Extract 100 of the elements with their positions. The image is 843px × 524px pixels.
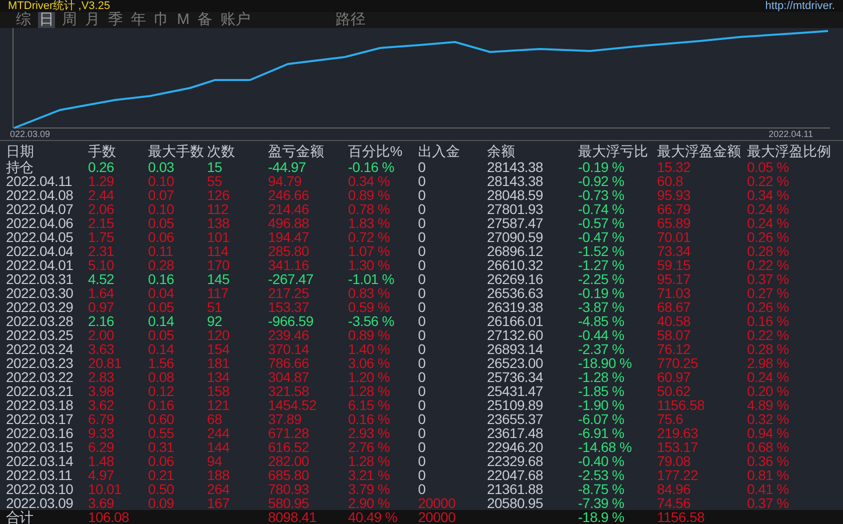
period-tab[interactable]: 综 — [15, 12, 32, 28]
table-cell-text: 0 — [418, 482, 426, 496]
table-cell-text: 0 — [418, 286, 426, 300]
table-cell-text: 0.24 % — [747, 202, 790, 216]
period-tab[interactable]: 巾 — [153, 12, 170, 28]
table-cell-text: 0.05 % — [747, 160, 790, 174]
column-header: 百分比% — [348, 144, 404, 160]
table-cell-text: 40.49 % — [348, 510, 398, 524]
table-cell-text: 496.88 — [268, 216, 310, 230]
table-cell-text: 0.10 — [148, 174, 176, 188]
table-cell-text: 1454.52 — [268, 398, 318, 412]
date-cell-text: 2022.04.08 — [6, 188, 74, 202]
table-cell-text: 0.05 — [148, 216, 176, 230]
table-cell-text: 40.58 — [657, 314, 692, 328]
table-cell-text: 0 — [418, 258, 426, 272]
table-cell-text: 28143.38 — [487, 160, 544, 174]
table-cell-text: 0 — [418, 300, 426, 314]
table-cell-text: 68.67 — [657, 300, 692, 314]
table-cell-text: -0.44 % — [578, 328, 626, 342]
table-cell-text: 616.52 — [268, 440, 310, 454]
table-cell-text: 0.20 % — [747, 384, 790, 398]
date-cell-text: 2022.03.17 — [6, 412, 74, 426]
table-cell-text: 0.16 % — [747, 314, 790, 328]
table-cell-text: 0.31 — [148, 440, 176, 454]
table-cell-text: -4.85 % — [578, 314, 626, 328]
table-cell-text: -6.91 % — [578, 426, 626, 440]
table-cell-text: -44.97 — [268, 160, 307, 174]
period-tab[interactable]: M — [176, 12, 190, 28]
table-cell-text: -3.56 % — [348, 314, 396, 328]
table-cell-text: 138 — [207, 216, 230, 230]
table-cell-text: 0.59 % — [348, 300, 391, 314]
table-cell-text: 37.89 — [268, 412, 303, 426]
table-cell-text: 0.03 — [148, 160, 176, 174]
table-cell-text: -1.27 % — [578, 258, 626, 272]
table-cell-text: -0.74 % — [578, 202, 626, 216]
table-cell-text: 0.04 — [148, 286, 176, 300]
column-header: 最大手数 — [148, 144, 205, 160]
table-cell-text: 114 — [207, 244, 230, 258]
table-cell-text: 2.16 — [88, 314, 116, 328]
table-cell-text: 27090.59 — [487, 230, 544, 244]
period-tab[interactable]: 备 — [196, 12, 214, 28]
table-cell-text: 0.97 — [88, 300, 116, 314]
website-link[interactable]: http://mtdriver. — [765, 0, 835, 12]
date-cell-text: 2022.04.05 — [6, 230, 74, 244]
table-cell-text: 70.01 — [657, 230, 692, 244]
axis-label: 022.03.09 — [10, 129, 50, 140]
table-cell-text: 3.06 % — [348, 356, 391, 370]
table-cell-text: 1.28 % — [348, 384, 391, 398]
table-cell-text: 0.16 — [148, 398, 176, 412]
table-cell-text: 2.90 % — [348, 496, 391, 510]
period-tab[interactable]: 账户 — [220, 12, 252, 28]
table-cell-text: -7.39 % — [578, 496, 626, 510]
table-cell-text: 177.22 — [657, 468, 700, 482]
table-cell-text: 1.20 % — [348, 370, 391, 384]
column-header: 次数 — [207, 144, 236, 160]
table-cell-text: -0.73 % — [578, 188, 626, 202]
table-cell-text: 2.06 — [88, 202, 116, 216]
table-cell-text: 95.17 — [657, 272, 692, 286]
table-cell-text: 304.87 — [268, 370, 310, 384]
date-cell-text: 2022.03.10 — [6, 482, 74, 496]
table-cell-text: 0.16 — [148, 272, 176, 286]
table-cell-text: 0.09 — [148, 496, 176, 510]
table-cell-text: 9.33 — [88, 426, 116, 440]
table-cell-text: 0 — [418, 370, 426, 384]
table-cell-text: 0.37 % — [747, 272, 790, 286]
table-cell-text: 0.26 % — [747, 230, 790, 244]
table-cell-text: 55 — [207, 174, 223, 188]
table-cell-text: 74.56 — [657, 496, 692, 510]
period-tab[interactable]: 季 — [107, 12, 124, 28]
table-cell-text: 671.28 — [268, 426, 310, 440]
table-cell-text: 0.05 — [148, 328, 176, 342]
date-cell-text: 2022.03.14 — [6, 454, 74, 468]
date-cell-text: 2022.03.24 — [6, 342, 74, 356]
table-cell-text: 0.28 % — [747, 244, 790, 258]
date-cell-text: 持仓 — [6, 160, 34, 174]
table-cell-text: 246.66 — [268, 188, 310, 202]
table-cell-text: 219.63 — [657, 426, 700, 440]
period-tab[interactable]: 周 — [61, 12, 78, 28]
table-cell-text: 65.89 — [657, 216, 692, 230]
table-cell-text: 1156.58 — [657, 510, 706, 524]
table-cell-text: 0.16 % — [348, 412, 391, 426]
period-tab[interactable]: 年 — [130, 12, 147, 28]
table-cell-text: 59.15 — [657, 258, 692, 272]
table-cell-text: -14.68 % — [578, 440, 633, 454]
date-cell-text: 2022.03.16 — [6, 426, 74, 440]
table-cell-text: 20000 — [418, 510, 456, 524]
table-cell-text: 2.83 — [88, 370, 116, 384]
table-cell-text: 60.8 — [657, 174, 684, 188]
table-cell-text: 25109.89 — [487, 398, 544, 412]
table-cell-text: 95.93 — [657, 188, 692, 202]
column-header: 最大浮盈金额 — [657, 144, 742, 160]
table-cell-text: 181 — [207, 356, 230, 370]
table-cell-text: 0 — [418, 468, 426, 482]
table-cell-text: 76.12 — [657, 342, 692, 356]
period-tab[interactable]: 月 — [84, 12, 101, 28]
period-tab[interactable]: 日 — [38, 12, 55, 28]
path-button[interactable]: 路径 — [336, 12, 366, 28]
table-cell-text: 8098.41 — [268, 510, 318, 524]
table-cell-text: 26269.16 — [487, 272, 544, 286]
table-cell-text: 26893.14 — [487, 342, 544, 356]
